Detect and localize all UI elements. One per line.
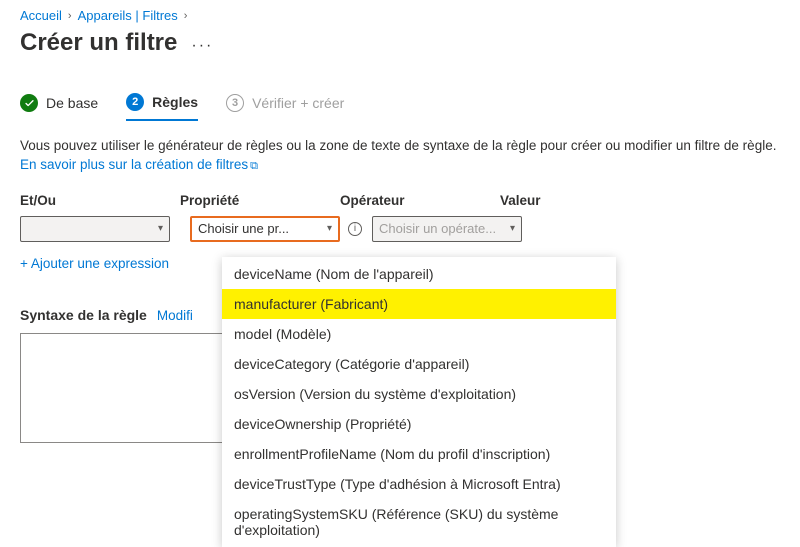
more-actions-icon[interactable]: ··· — [191, 37, 213, 55]
operator-dropdown-placeholder: Choisir un opérate... — [379, 221, 496, 236]
property-option[interactable]: model (Modèle) — [222, 319, 616, 349]
rule-grid-header: Et/Ou Propriété Opérateur Valeur — [20, 193, 780, 208]
learn-more-link[interactable]: En savoir plus sur la création de filtre… — [20, 157, 258, 172]
property-option[interactable]: deviceTrustType (Type d'adhésion à Micro… — [222, 469, 616, 499]
breadcrumb-devices[interactable]: Appareils | Filtres — [78, 8, 178, 23]
tab-rules-label: Règles — [152, 94, 198, 110]
property-option[interactable]: osVersion (Version du système d'exploita… — [222, 379, 616, 409]
header-etou: Et/Ou — [20, 193, 180, 208]
rule-row: ▾ Choisir une pr... ▾ i Choisir un opéra… — [20, 216, 780, 242]
step-number-icon: 2 — [126, 93, 144, 111]
etou-dropdown[interactable]: ▾ — [20, 216, 170, 242]
chevron-down-icon: ▾ — [327, 223, 332, 234]
wizard-tabs: De base 2 Règles 3 Vérifier + créer — [20, 93, 780, 121]
chevron-right-icon: › — [68, 10, 72, 22]
step-number-icon: 3 — [226, 94, 244, 112]
tab-base-label: De base — [46, 95, 98, 111]
property-option[interactable]: deviceName (Nom de l'appareil) — [222, 259, 616, 289]
breadcrumb-home[interactable]: Accueil — [20, 8, 62, 23]
tab-verify[interactable]: 3 Vérifier + créer — [226, 94, 344, 120]
syntax-label: Syntaxe de la règle — [20, 307, 147, 323]
info-icon[interactable]: i — [348, 222, 362, 236]
property-option[interactable]: deviceOwnership (Propriété) — [222, 409, 616, 439]
property-option[interactable]: enrollmentProfileName (Nom du profil d'i… — [222, 439, 616, 469]
tab-verify-label: Vérifier + créer — [252, 95, 344, 111]
tab-base[interactable]: De base — [20, 94, 98, 120]
operator-dropdown[interactable]: Choisir un opérate... ▾ — [372, 216, 522, 242]
header-prop: Propriété — [180, 193, 340, 208]
property-dropdown-value: Choisir une pr... — [198, 221, 289, 236]
breadcrumb: Accueil › Appareils | Filtres › — [20, 8, 780, 23]
check-icon — [20, 94, 38, 112]
external-link-icon: ⧉ — [250, 160, 258, 172]
chevron-down-icon: ▾ — [158, 223, 163, 234]
property-option[interactable]: operatingSystemSKU (Référence (SKU) du s… — [222, 499, 616, 545]
syntax-edit-link[interactable]: Modifi — [157, 308, 193, 323]
tab-rules[interactable]: 2 Règles — [126, 93, 198, 121]
intro-text: Vous pouvez utiliser le générateur de rè… — [20, 138, 776, 153]
page-title: Créer un filtre — [20, 29, 177, 57]
chevron-down-icon: ▾ — [510, 223, 515, 234]
chevron-right-icon: › — [184, 10, 188, 22]
property-option[interactable]: deviceCategory (Catégorie d'appareil) — [222, 349, 616, 379]
property-dropdown-menu: deviceName (Nom de l'appareil)manufactur… — [222, 257, 616, 547]
property-option[interactable]: manufacturer (Fabricant) — [222, 289, 616, 319]
header-val: Valeur — [500, 193, 660, 208]
header-op: Opérateur — [340, 193, 500, 208]
property-dropdown[interactable]: Choisir une pr... ▾ — [190, 216, 340, 242]
